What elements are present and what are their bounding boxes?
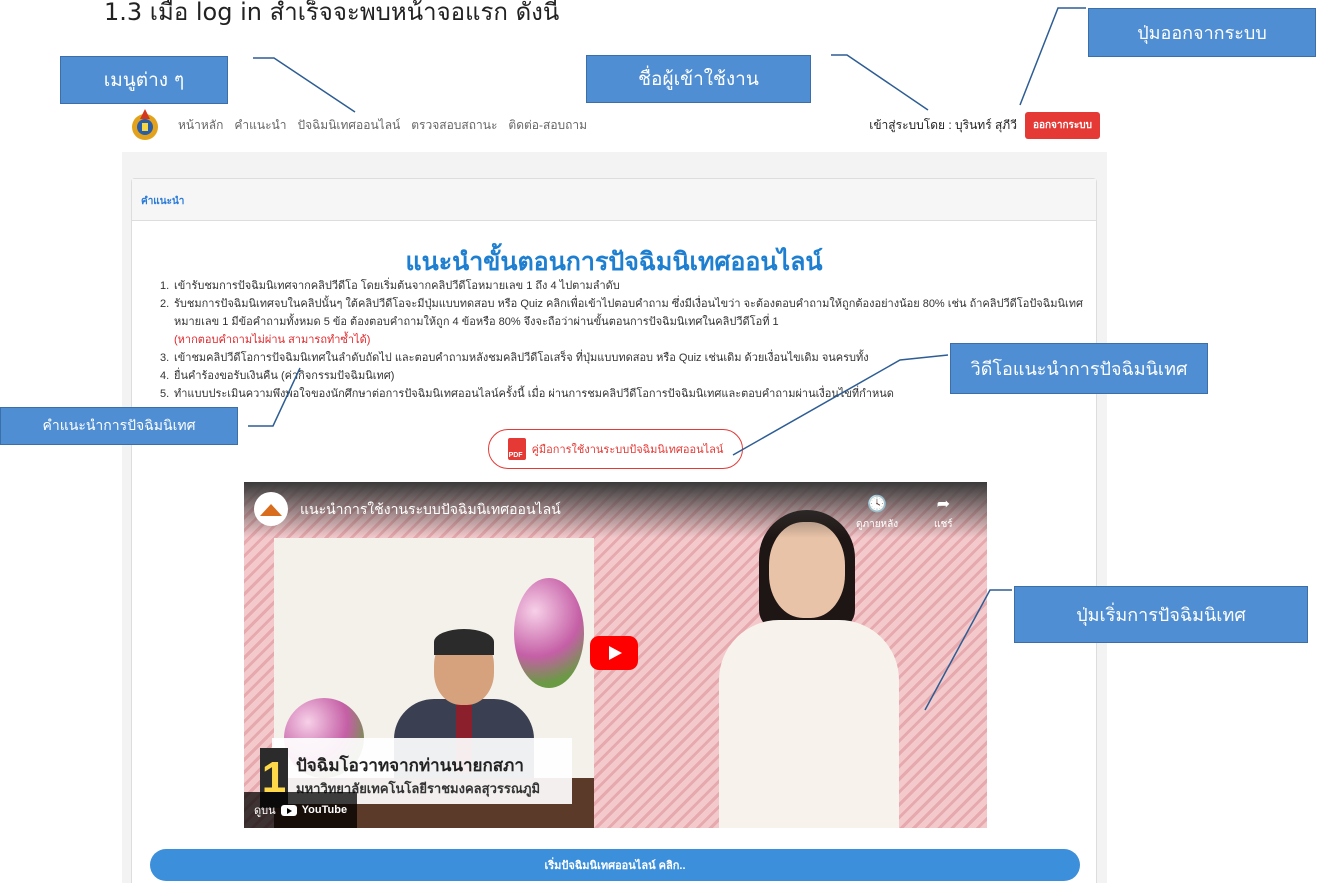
callout-username: ชื่อผู้เข้าใช้งาน (586, 55, 811, 103)
manual-pdf-button[interactable]: คู่มือการใช้งานระบบปัจฉิมนิเทศออนไลน์ (488, 429, 743, 469)
menu-item-online-orientation[interactable]: ปัจฉิมนิเทศออนไลน์ (297, 116, 400, 135)
list-item: 1. เข้ารับชมการปัจฉิมนิเทศจากคลิปวีดีโอ โ… (160, 280, 620, 292)
play-button-icon[interactable] (590, 636, 638, 670)
menu-item-home[interactable]: หน้าหลัก (178, 116, 223, 135)
watch-later-button[interactable]: 🕓 ดูภายหลัง (856, 494, 898, 532)
youtube-icon (280, 804, 297, 816)
pdf-icon (507, 438, 526, 460)
callout-menu: เมนูต่าง ๆ (60, 56, 228, 104)
menu-item-instructions[interactable]: คำแนะนำ (234, 116, 286, 135)
top-nav: หน้าหลัก คำแนะนำ ปัจฉิมนิเทศออนไลน์ ตรวจ… (130, 105, 1100, 145)
video-caption-line1: ปัจฉิมโอวาทจากท่านนายกสภา (296, 756, 524, 775)
page-title: แนะนำขั้นตอนการปัจฉิมนิเทศออนไลน์ (405, 248, 823, 276)
logout-button[interactable]: ออกจากระบบ (1024, 111, 1100, 139)
menu-item-check-status[interactable]: ตรวจสอบสถานะ (411, 116, 497, 135)
main-menu: หน้าหลัก คำแนะนำ ปัจฉิมนิเทศออนไลน์ ตรวจ… (178, 116, 587, 135)
share-button[interactable]: ➦ แชร์ (934, 494, 953, 532)
video-presenter-woman (714, 502, 904, 828)
callout-video: วิดีโอแนะนำการปัจฉิมนิเทศ (950, 343, 1208, 394)
intro-video-player[interactable]: 1 ปัจฉิมโอวาทจากท่านนายกสภา มหาวิทยาลัยเ… (244, 482, 987, 828)
university-logo-icon (130, 107, 160, 143)
channel-avatar-icon[interactable] (254, 492, 288, 526)
list-item: 2. รับชมการปัจฉิมนิเทศจบในคลิปนั้นๆ ใต้คล… (160, 295, 1090, 349)
callout-logout: ปุ่มออกจากระบบ (1088, 8, 1316, 57)
start-orientation-button[interactable]: เริ่มปัจฉิมนิเทศออนไลน์ คลิก.. (150, 849, 1080, 881)
watch-on-youtube-link[interactable]: ดูบน YouTube (244, 792, 358, 828)
callout-instructions: คำแนะนำการปัจฉิมนิเทศ (0, 407, 238, 445)
logged-in-user: เข้าสู่ระบบโดย : บุรินทร์ สุภีวี (869, 117, 1017, 132)
share-arrow-icon: ➦ (936, 496, 950, 513)
manual-pdf-label: คู่มือการใช้งานระบบปัจฉิมนิเทศออนไลน์ (531, 444, 724, 456)
callout-start: ปุ่มเริ่มการปัจฉิมนิเทศ (1014, 586, 1308, 643)
user-area: เข้าสู่ระบบโดย : บุรินทร์ สุภีวี ออกจากร… (869, 111, 1100, 139)
menu-item-contact[interactable]: ติดต่อ-สอบถาม (508, 116, 587, 135)
clock-icon: 🕓 (867, 496, 888, 513)
video-title[interactable]: แนะนำการใช้งานระบบปัจฉิมนิเทศออนไลน์ (300, 499, 561, 521)
card-header: คำแนะนำ (132, 179, 1096, 221)
document-heading: 1.3 เมื่อ log in สำเร็จจะพบหน้าจอแรก ดัง… (104, 0, 560, 26)
